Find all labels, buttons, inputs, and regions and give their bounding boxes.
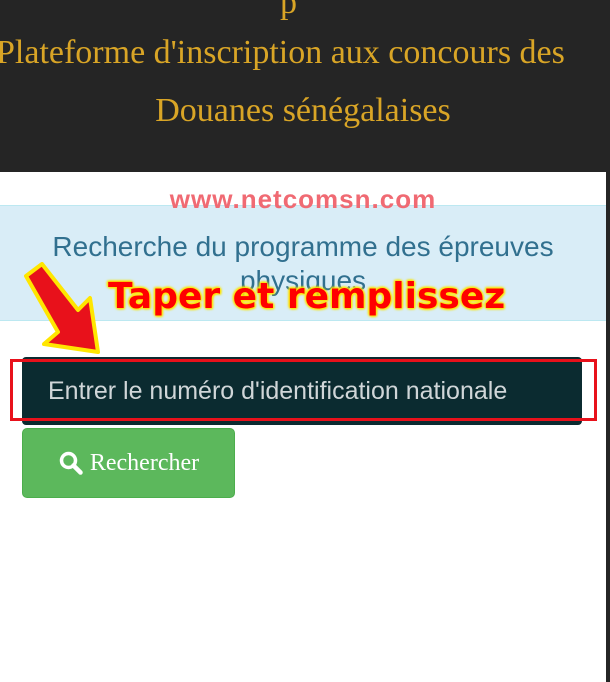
national-id-input[interactable] [22,357,582,425]
right-edge-bar [606,172,610,682]
page-header: p Plateforme d'inscription aux concours … [0,0,610,172]
header-title-line-2: Douanes sénégalaises [155,92,451,129]
header-title-line-1: Plateforme d'inscription aux concours de… [0,34,565,71]
search-button[interactable]: Rechercher [22,428,235,498]
search-button-label: Rechercher [89,449,200,476]
red-arrow-icon [24,262,100,354]
search-icon [59,451,83,475]
annotation-instruction: Taper et remplissez [108,276,506,317]
header-top-fragment: p [280,0,297,21]
watermark-text: www.netcomsn.com [169,184,437,214]
